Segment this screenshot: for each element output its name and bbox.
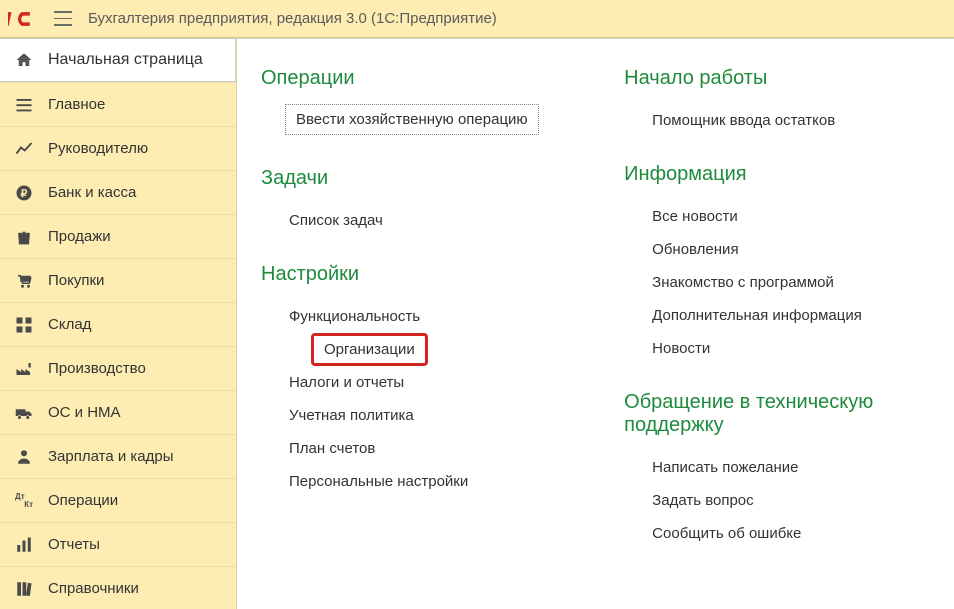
nav-item-sales[interactable]: Продажи xyxy=(0,214,236,258)
link-accounting-policy[interactable]: Учетная политика xyxy=(289,399,554,432)
nav-item-operations[interactable]: ДтКт Операции xyxy=(0,478,236,522)
nav-label: Склад xyxy=(48,316,91,333)
nav-label: Отчеты xyxy=(48,536,100,553)
section-getting-started: Начало работы Помощник ввода остатков xyxy=(624,67,954,137)
cart-icon xyxy=(14,271,34,291)
nav-item-purchases[interactable]: Покупки xyxy=(0,258,236,302)
content-right-column: Начало работы Помощник ввода остатков Ин… xyxy=(624,67,954,609)
debit-credit-icon: ДтКт xyxy=(14,491,34,511)
nav-label: Начальная страница xyxy=(48,51,203,69)
nav-label: Руководителю xyxy=(48,140,148,157)
nav-item-assets[interactable]: ОС и НМА xyxy=(0,390,236,434)
nav-item-directories[interactable]: Справочники xyxy=(0,566,236,609)
nav-item-home[interactable]: Начальная страница xyxy=(0,38,236,82)
section-title: Информация xyxy=(624,163,954,186)
link-report-error[interactable]: Сообщить об ошибке xyxy=(652,517,954,550)
nav-label: Главное xyxy=(48,96,105,113)
link-functionality[interactable]: Функциональность xyxy=(289,300,554,333)
nav-label: Продажи xyxy=(48,228,111,245)
window-title: Бухгалтерия предприятия, редакция 3.0 (1… xyxy=(88,10,497,27)
section-title: Настройки xyxy=(261,263,554,286)
link-write-wish[interactable]: Написать пожелание xyxy=(652,451,954,484)
link-ask-question[interactable]: Задать вопрос xyxy=(652,484,954,517)
content-left-column: Операции Ввести хозяйственную операцию З… xyxy=(261,67,554,609)
section-settings: Настройки Функциональность Организации Н… xyxy=(261,263,554,498)
books-icon xyxy=(14,579,34,599)
nav-label: Справочники xyxy=(48,580,139,597)
nav-item-production[interactable]: Производство xyxy=(0,346,236,390)
link-chart-of-accounts[interactable]: План счетов xyxy=(289,432,554,465)
truck-icon xyxy=(14,403,34,423)
nav-item-main[interactable]: Главное xyxy=(0,82,236,126)
section-operations: Операции Ввести хозяйственную операцию xyxy=(261,67,554,141)
link-intro[interactable]: Знакомство с программой xyxy=(652,266,954,299)
section-title: Операции xyxy=(261,67,554,90)
menu-icon xyxy=(14,95,34,115)
nav-label: Операции xyxy=(48,492,118,509)
section-title: Начало работы xyxy=(624,67,954,90)
link-taxes-reports[interactable]: Налоги и отчеты xyxy=(289,366,554,399)
nav-label: Зарплата и кадры xyxy=(48,448,174,465)
link-enter-operation[interactable]: Ввести хозяйственную операцию xyxy=(285,104,539,135)
sidebar: Начальная страница Главное Руководителю … xyxy=(0,38,237,609)
nav-item-reports[interactable]: Отчеты xyxy=(0,522,236,566)
nav-item-manager[interactable]: Руководителю xyxy=(0,126,236,170)
nav-label: ОС и НМА xyxy=(48,404,121,421)
shopping-bag-icon xyxy=(14,227,34,247)
nav-label: Банк и касса xyxy=(48,184,136,201)
link-updates[interactable]: Обновления xyxy=(652,233,954,266)
app-logo-icon xyxy=(8,9,38,29)
nav-label: Покупки xyxy=(48,272,104,289)
link-all-news[interactable]: Все новости xyxy=(652,200,954,233)
nav-item-salary[interactable]: Зарплата и кадры xyxy=(0,434,236,478)
link-news[interactable]: Новости xyxy=(652,332,954,365)
link-additional-info[interactable]: Дополнительная информация xyxy=(652,299,954,332)
link-personal-settings[interactable]: Персональные настройки xyxy=(289,465,554,498)
section-title: Обращение в техническую поддержку xyxy=(624,391,954,437)
person-icon xyxy=(14,447,34,467)
section-information: Информация Все новости Обновления Знаком… xyxy=(624,163,954,365)
link-balance-assistant[interactable]: Помощник ввода остатков xyxy=(652,104,954,137)
line-chart-icon xyxy=(14,139,34,159)
section-tasks: Задачи Список задач xyxy=(261,167,554,237)
svg-text:₽: ₽ xyxy=(21,187,28,199)
main-menu-icon[interactable] xyxy=(50,6,76,32)
main-content: Операции Ввести хозяйственную операцию З… xyxy=(237,38,954,609)
section-title: Задачи xyxy=(261,167,554,190)
link-task-list[interactable]: Список задач xyxy=(289,204,554,237)
nav-item-bank[interactable]: ₽ Банк и касса xyxy=(0,170,236,214)
bar-chart-icon xyxy=(14,535,34,555)
titlebar: Бухгалтерия предприятия, редакция 3.0 (1… xyxy=(0,0,954,38)
home-icon xyxy=(14,50,34,70)
section-support: Обращение в техническую поддержку Написа… xyxy=(624,391,954,550)
ruble-icon: ₽ xyxy=(14,183,34,203)
factory-icon xyxy=(14,359,34,379)
grid-icon xyxy=(14,315,34,335)
nav-item-warehouse[interactable]: Склад xyxy=(0,302,236,346)
nav-label: Производство xyxy=(48,360,146,377)
link-organizations[interactable]: Организации xyxy=(311,333,428,366)
